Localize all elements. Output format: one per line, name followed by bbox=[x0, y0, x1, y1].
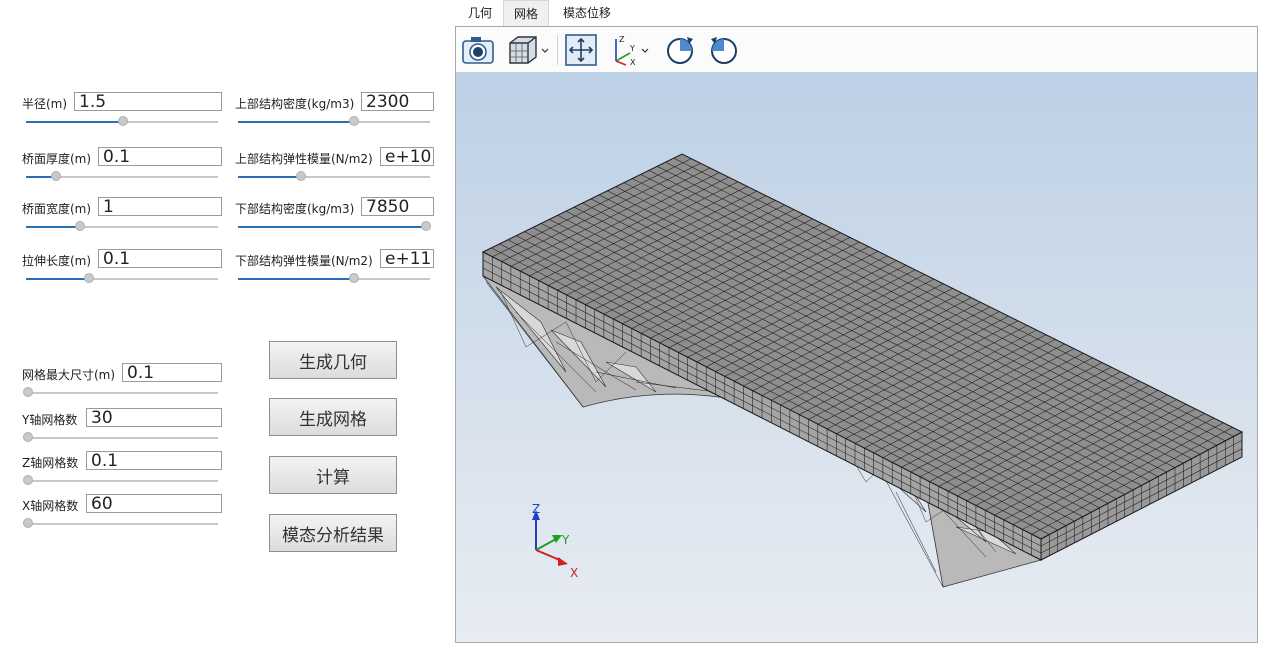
radius-input[interactable]: 1.5 bbox=[74, 92, 222, 111]
lower-modulus-slider[interactable] bbox=[238, 273, 430, 285]
y-mesh-count-input[interactable]: 30 bbox=[86, 408, 222, 427]
rotate-left-button[interactable] bbox=[707, 33, 741, 67]
chevron-down-icon bbox=[541, 48, 549, 53]
fit-all-button[interactable] bbox=[564, 33, 598, 67]
axes-icon: Z Y X bbox=[615, 35, 649, 67]
rotate-counterclockwise-icon bbox=[711, 37, 737, 64]
slider-thumb[interactable] bbox=[349, 116, 359, 126]
extrude-length-label: 拉伸长度(m) bbox=[22, 254, 92, 268]
deck-width-slider[interactable] bbox=[26, 221, 218, 233]
x-mesh-count-input[interactable]: 60 bbox=[86, 494, 222, 513]
bridge-mesh-model[interactable]: Z Y X bbox=[456, 72, 1257, 642]
slider-thumb[interactable] bbox=[84, 273, 94, 283]
lower-density-slider[interactable] bbox=[238, 221, 431, 233]
upper-density-label: 上部结构密度(kg/m3) bbox=[235, 97, 355, 111]
tab-modal-displacement[interactable]: 模态位移 bbox=[552, 0, 622, 26]
extrude-length-input[interactable]: 0.1 bbox=[98, 249, 222, 268]
tab-geometry[interactable]: 几何 bbox=[458, 0, 502, 26]
upper-modulus-slider[interactable] bbox=[238, 171, 430, 183]
upper-modulus-input[interactable]: e+10 bbox=[380, 147, 434, 166]
slider-thumb[interactable] bbox=[23, 432, 33, 442]
axes-orientation-dropdown[interactable]: Z Y X bbox=[608, 33, 654, 67]
axis-y-label: Y bbox=[561, 533, 570, 547]
upper-density-input[interactable]: 2300 bbox=[361, 92, 434, 111]
view-mode-dropdown[interactable] bbox=[506, 33, 550, 67]
lower-modulus-input[interactable]: e+11 bbox=[380, 249, 434, 268]
slider-thumb[interactable] bbox=[118, 116, 128, 126]
toolbar-axis-y-label: Y bbox=[629, 44, 635, 53]
viewer-toolbar: Z Y X bbox=[456, 27, 1257, 73]
toolbar-axis-x-label: X bbox=[630, 58, 636, 67]
lower-density-label: 下部结构密度(kg/m3) bbox=[235, 202, 355, 216]
x-mesh-count-slider[interactable] bbox=[23, 518, 218, 530]
deck-width-input[interactable]: 1 bbox=[98, 197, 222, 216]
slider-thumb[interactable] bbox=[296, 171, 306, 181]
generate-mesh-button[interactable]: 生成网格 bbox=[269, 398, 397, 436]
z-mesh-count-slider[interactable] bbox=[23, 475, 218, 487]
radius-label: 半径(m) bbox=[22, 97, 68, 111]
z-mesh-count-label: Z轴网格数 bbox=[22, 456, 79, 470]
mesh-max-size-input[interactable]: 0.1 bbox=[122, 363, 222, 382]
viewer-panel: Z Y X Z Y X bbox=[455, 26, 1258, 643]
axis-x-label: X bbox=[570, 566, 578, 580]
z-mesh-count-input[interactable]: 0.1 bbox=[86, 451, 222, 470]
slider-thumb[interactable] bbox=[23, 387, 33, 397]
slider-thumb[interactable] bbox=[349, 273, 359, 283]
3d-viewport[interactable]: Z Y X bbox=[456, 72, 1257, 642]
upper-modulus-label: 上部结构弹性模量(N/m2) bbox=[235, 152, 373, 166]
screenshot-button[interactable] bbox=[461, 33, 495, 67]
rotate-right-button[interactable] bbox=[663, 33, 697, 67]
y-mesh-count-label: Y轴网格数 bbox=[22, 413, 78, 427]
fit-all-icon bbox=[565, 34, 597, 66]
mesh-max-size-label: 网格最大尺寸(m) bbox=[22, 368, 116, 382]
slider-thumb[interactable] bbox=[23, 518, 33, 528]
toolbar-divider bbox=[557, 35, 558, 65]
deck-thickness-label: 桥面厚度(m) bbox=[22, 152, 92, 166]
compute-button[interactable]: 计算 bbox=[269, 456, 397, 494]
lower-density-input[interactable]: 7850 bbox=[361, 197, 434, 216]
slider-thumb[interactable] bbox=[51, 171, 61, 181]
radius-slider[interactable] bbox=[26, 116, 218, 128]
extrude-length-slider[interactable] bbox=[26, 273, 218, 285]
upper-density-slider[interactable] bbox=[238, 116, 430, 128]
deck-thickness-slider[interactable] bbox=[26, 171, 218, 183]
rotate-clockwise-icon bbox=[667, 37, 693, 64]
generate-geometry-button[interactable]: 生成几何 bbox=[269, 341, 397, 379]
x-mesh-count-label: X轴网格数 bbox=[22, 499, 79, 513]
lower-modulus-label: 下部结构弹性模量(N/m2) bbox=[235, 254, 373, 268]
camera-icon bbox=[462, 37, 494, 64]
deck-thickness-input[interactable]: 0.1 bbox=[98, 147, 222, 166]
slider-thumb[interactable] bbox=[421, 221, 431, 231]
axis-triad: Z Y X bbox=[532, 502, 578, 580]
chevron-down-icon bbox=[641, 48, 649, 53]
modal-result-button[interactable]: 模态分析结果 bbox=[269, 514, 397, 552]
toolbar-axis-z-label: Z bbox=[619, 35, 625, 44]
cube-view-icon bbox=[509, 36, 549, 64]
deck-width-label: 桥面宽度(m) bbox=[22, 202, 92, 216]
tab-mesh[interactable]: 网格 bbox=[503, 0, 549, 26]
mesh-max-size-slider[interactable] bbox=[23, 387, 218, 399]
slider-thumb[interactable] bbox=[75, 221, 85, 231]
slider-thumb[interactable] bbox=[23, 475, 33, 485]
y-mesh-count-slider[interactable] bbox=[23, 432, 218, 444]
axis-z-label: Z bbox=[532, 502, 540, 516]
